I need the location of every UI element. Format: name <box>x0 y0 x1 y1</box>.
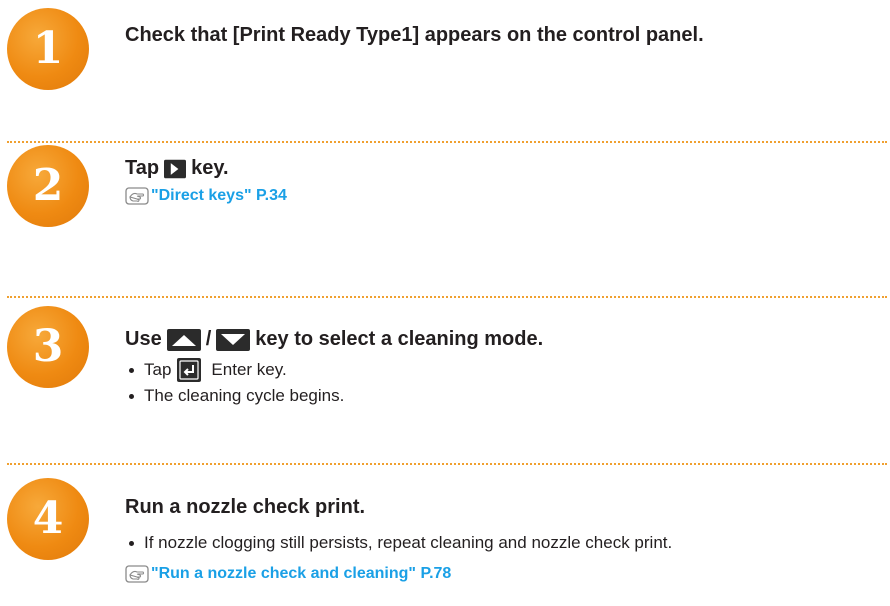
step-heading-separator: / <box>205 328 212 350</box>
step-heading-text: key to select a cleaning mode. <box>255 328 544 350</box>
list-item: If nozzle clogging still persists, repea… <box>125 530 672 556</box>
step-heading-text: Check that [Print Ready Type1] appears o… <box>125 24 704 46</box>
step-number: 1 <box>32 23 64 74</box>
list-item: The cleaning cycle begins. <box>125 383 344 409</box>
divider <box>7 296 887 298</box>
step-number-badge: 2 <box>7 145 89 227</box>
bullet-dot <box>129 393 134 399</box>
divider <box>7 463 887 465</box>
step-heading-text: Tap <box>125 157 160 179</box>
reference-link[interactable]: "Direct keys" P.34 <box>125 187 287 205</box>
step-heading-text: Run a nozzle check print. <box>125 496 366 518</box>
down-arrow-key-icon <box>216 328 251 351</box>
list-item: Tap Enter key. <box>125 357 344 383</box>
step-bullets: Tap Enter key. The cleaning cycle begins… <box>125 357 344 409</box>
divider <box>7 141 887 143</box>
pointing-hand-icon <box>125 187 149 205</box>
right-arrow-key-icon <box>164 159 187 178</box>
pointing-hand-icon <box>125 565 149 583</box>
step-number-badge: 4 <box>7 478 89 560</box>
step-number: 3 <box>32 321 64 372</box>
bullet-text: The cleaning cycle begins. <box>144 386 345 405</box>
step-number-badge: 1 <box>7 8 89 90</box>
bullet-text: Tap <box>144 360 172 379</box>
bullet-dot <box>129 540 134 546</box>
enter-key-icon <box>177 358 202 382</box>
step-heading-text: key. <box>191 157 229 179</box>
step-heading: Use / key to select a cleaning mode. <box>125 328 543 351</box>
reference-text: "Run a nozzle check and cleaning" P.78 <box>151 565 452 582</box>
step-number: 4 <box>32 493 64 544</box>
step-number-badge: 3 <box>7 306 89 388</box>
step-heading-text: Use <box>125 328 162 350</box>
step-number: 2 <box>32 160 64 211</box>
bullet-text: If nozzle clogging still persists, repea… <box>144 533 673 552</box>
step-bullets: If nozzle clogging still persists, repea… <box>125 530 672 556</box>
reference-link[interactable]: "Run a nozzle check and cleaning" P.78 <box>125 565 451 583</box>
step-heading: Tap key. <box>125 157 229 180</box>
bullet-dot <box>129 367 134 373</box>
up-arrow-key-icon <box>166 328 201 351</box>
bullet-text: Enter key. <box>211 360 287 379</box>
step-heading: Check that [Print Ready Type1] appears o… <box>125 24 704 47</box>
step-heading: Run a nozzle check print. <box>125 496 365 519</box>
reference-text: "Direct keys" P.34 <box>151 187 287 204</box>
